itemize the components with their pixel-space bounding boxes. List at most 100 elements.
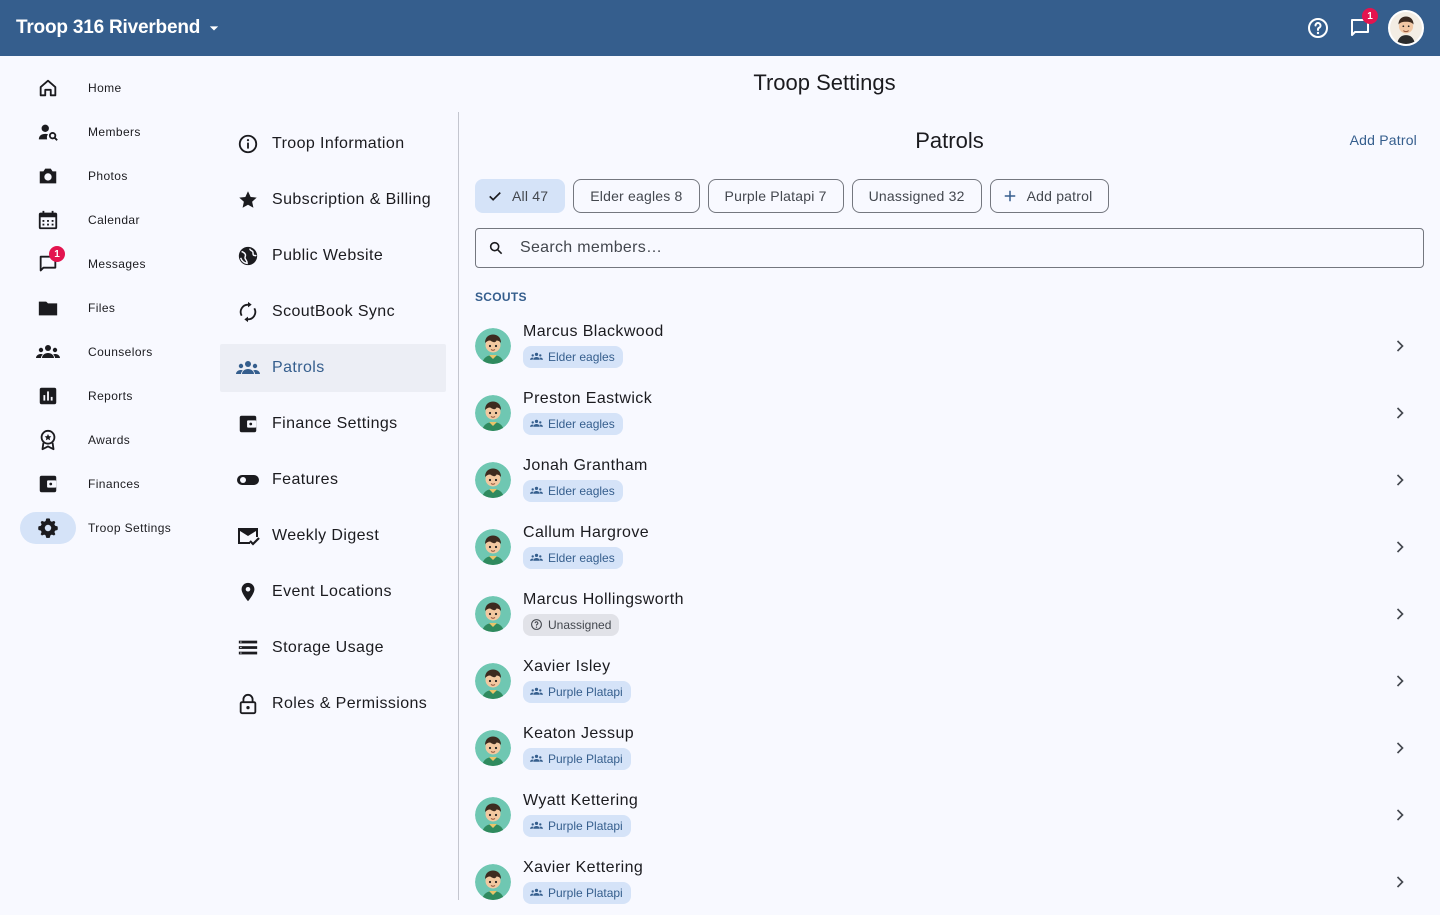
settings-item-label: Event Locations — [272, 583, 392, 600]
location-pin-icon — [236, 580, 260, 604]
nav-item-counselors[interactable]: Counselors — [20, 336, 200, 368]
groups-icon — [236, 356, 260, 380]
groups-icon — [530, 886, 543, 899]
member-name: Preston Eastwick — [523, 389, 653, 407]
chip-all[interactable]: All 47 — [475, 179, 566, 213]
settings-item-label: Storage Usage — [272, 639, 384, 656]
settings-item-label: ScoutBook Sync — [272, 303, 395, 320]
nav-label: Finances — [88, 477, 140, 491]
nav-item-troop-settings[interactable]: Troop Settings — [20, 512, 200, 544]
chip-label: Add patrol — [1026, 188, 1093, 204]
award-icon — [20, 424, 76, 456]
settings-item-troop-information[interactable]: Troop Information — [220, 120, 446, 168]
settings-item-features[interactable]: Features — [220, 456, 446, 504]
nav-item-messages[interactable]: 1 Messages — [20, 246, 200, 280]
patrol-tag-label: Elder eagles — [548, 416, 615, 431]
settings-item-patrols[interactable]: Patrols — [220, 344, 446, 392]
nav-label: Counselors — [88, 345, 153, 359]
settings-item-storage-usage[interactable]: Storage Usage — [220, 624, 446, 672]
chip-unassigned[interactable]: Unassigned 32 — [851, 179, 982, 213]
member-search — [475, 228, 1424, 268]
member-list: Marcus Blackwood Elder eagles Preston Ea… — [475, 312, 1424, 915]
settings-item-label: Patrols — [272, 359, 325, 376]
patrols-title: Patrols — [915, 128, 984, 153]
nav-item-calendar[interactable]: Calendar — [20, 204, 200, 236]
member-row[interactable]: Keaton Jessup Purple Platapi — [475, 714, 1424, 781]
chevron-right-icon — [1390, 403, 1410, 423]
settings-item-subscription[interactable]: Subscription & Billing — [220, 176, 446, 224]
patrol-tag-label: Purple Platapi — [548, 885, 623, 900]
nav-item-reports[interactable]: Reports — [20, 380, 200, 412]
settings-item-label: Troop Information — [272, 135, 405, 152]
member-row[interactable]: Callum Hargrove Elder eagles — [475, 513, 1424, 580]
mail-check-icon — [236, 524, 260, 548]
nav-label: Members — [88, 125, 141, 139]
help-icon[interactable] — [1304, 14, 1332, 42]
add-patrol-link[interactable]: Add Patrol — [1350, 132, 1417, 148]
patrol-tag: Purple Platapi — [523, 814, 631, 837]
nav-item-awards[interactable]: Awards — [20, 424, 200, 456]
settings-item-roles-permissions[interactable]: Roles & Permissions — [220, 680, 446, 728]
storage-icon — [236, 636, 260, 660]
nav-item-home[interactable]: Home — [20, 72, 200, 104]
calendar-icon — [20, 204, 76, 236]
member-row[interactable]: Xavier Kettering Purple Platapi — [475, 848, 1424, 915]
messages-button[interactable]: 1 — [1346, 8, 1378, 42]
nav-label: Calendar — [88, 213, 140, 227]
groups-icon — [530, 350, 543, 363]
member-name: Jonah Grantham — [523, 456, 648, 474]
chevron-right-icon — [1390, 671, 1410, 691]
chip-purple-platapi[interactable]: Purple Platapi 7 — [707, 179, 844, 213]
nav-item-finances[interactable]: Finances — [20, 468, 200, 500]
folder-icon — [20, 292, 76, 324]
user-avatar[interactable] — [1388, 10, 1424, 46]
scout-avatar — [475, 327, 511, 364]
patrol-tag-label: Elder eagles — [548, 349, 615, 364]
sync-icon — [236, 300, 260, 324]
scout-avatar — [475, 528, 511, 565]
patrol-tag: Purple Platapi — [523, 747, 631, 770]
settings-item-label: Roles & Permissions — [272, 695, 428, 712]
member-row[interactable]: Marcus Blackwood Elder eagles — [475, 312, 1424, 379]
settings-menu: Troop Information Subscription & Billing… — [220, 120, 446, 736]
settings-item-label: Finance Settings — [272, 415, 398, 432]
settings-item-scoutbook-sync[interactable]: ScoutBook Sync — [220, 288, 446, 336]
vertical-divider — [458, 112, 459, 900]
settings-item-public-website[interactable]: Public Website — [220, 232, 446, 280]
member-name: Xavier Isley — [523, 657, 611, 675]
section-label-scouts: SCOUTS — [475, 290, 527, 304]
patrols-header: Patrols Add Patrol — [475, 112, 1424, 168]
nav-item-members[interactable]: Members — [20, 116, 200, 148]
groups-icon — [530, 685, 543, 698]
nav-label: Messages — [88, 257, 146, 271]
member-row[interactable]: Jonah Grantham Elder eagles — [475, 446, 1424, 513]
member-row[interactable]: Wyatt Kettering Purple Platapi — [475, 781, 1424, 848]
settings-item-finance-settings[interactable]: Finance Settings — [220, 400, 446, 448]
scout-avatar — [475, 394, 511, 431]
chip-label: Elder eagles 8 — [590, 188, 683, 204]
settings-item-weekly-digest[interactable]: Weekly Digest — [220, 512, 446, 560]
nav-item-photos[interactable]: Photos — [20, 160, 200, 192]
search-input[interactable] — [520, 239, 1380, 257]
member-name: Callum Hargrove — [523, 523, 650, 541]
patrol-tag-label: Elder eagles — [548, 550, 615, 565]
troop-switcher[interactable]: Troop 316 Riverbend — [16, 17, 224, 39]
chip-elder-eagles[interactable]: Elder eagles 8 — [573, 179, 700, 213]
groups-icon — [530, 417, 543, 430]
chat-icon: 1 — [20, 246, 76, 280]
patrol-tag: Elder eagles — [523, 546, 623, 569]
nav-label: Home — [88, 81, 122, 95]
bar-chart-icon — [20, 380, 76, 412]
chip-add-patrol[interactable]: Add patrol — [989, 179, 1110, 213]
patrol-tag-label: Purple Platapi — [548, 818, 623, 833]
settings-item-event-locations[interactable]: Event Locations — [220, 568, 446, 616]
settings-item-label: Weekly Digest — [272, 527, 380, 544]
nav-label: Photos — [88, 169, 128, 183]
nav-item-files[interactable]: Files — [20, 292, 200, 324]
member-row[interactable]: Preston Eastwick Elder eagles — [475, 379, 1424, 446]
member-row[interactable]: Xavier Isley Purple Platapi — [475, 647, 1424, 714]
lock-icon — [236, 692, 260, 716]
toggle-icon — [236, 468, 260, 492]
member-row[interactable]: Marcus Hollingsworth Unassigned — [475, 580, 1424, 647]
messages-badge: 1 — [49, 246, 65, 262]
